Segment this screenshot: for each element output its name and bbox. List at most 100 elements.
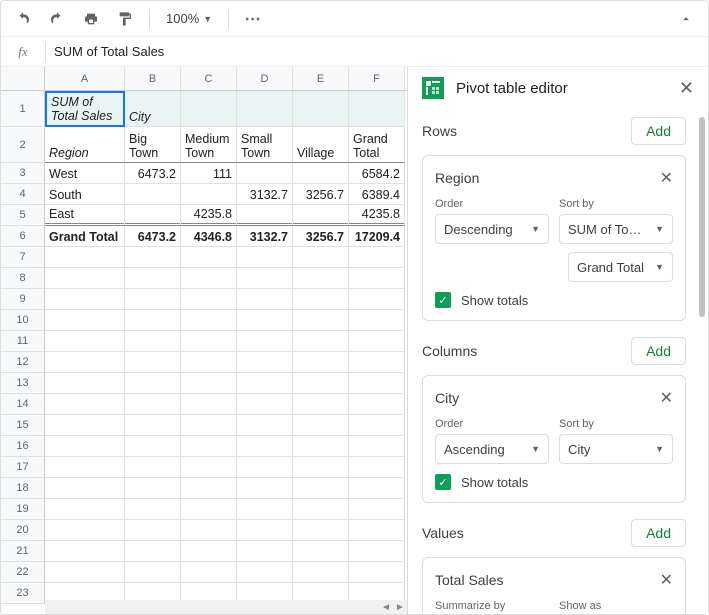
- cell[interactable]: [293, 373, 349, 394]
- order-dropdown[interactable]: Descending▼: [435, 214, 549, 244]
- remove-field-button[interactable]: ✕: [660, 388, 673, 408]
- cell[interactable]: [45, 415, 125, 436]
- cell[interactable]: [349, 373, 405, 394]
- cell[interactable]: [181, 331, 237, 352]
- cell[interactable]: [181, 457, 237, 478]
- cell[interactable]: [237, 268, 293, 289]
- row-header[interactable]: 19: [1, 499, 45, 520]
- cell[interactable]: [293, 499, 349, 520]
- cell[interactable]: [125, 247, 181, 268]
- cell[interactable]: [293, 394, 349, 415]
- cell[interactable]: [349, 499, 405, 520]
- cell[interactable]: [349, 394, 405, 415]
- cell[interactable]: [125, 310, 181, 331]
- cell[interactable]: [293, 541, 349, 562]
- row-header[interactable]: 20: [1, 520, 45, 541]
- cell[interactable]: 4235.8: [181, 205, 237, 226]
- cell[interactable]: [45, 457, 125, 478]
- cell[interactable]: [181, 310, 237, 331]
- cell[interactable]: 3256.7: [293, 184, 349, 205]
- cell[interactable]: City: [125, 91, 181, 127]
- cell[interactable]: Grand Total: [45, 226, 125, 247]
- row-header[interactable]: 15: [1, 415, 45, 436]
- col-header[interactable]: C: [181, 67, 237, 90]
- row-header[interactable]: 14: [1, 394, 45, 415]
- row-header[interactable]: 11: [1, 331, 45, 352]
- cell[interactable]: Village: [293, 127, 349, 163]
- cell[interactable]: [125, 352, 181, 373]
- horizontal-scrollbar[interactable]: ◄►: [45, 600, 407, 614]
- cell[interactable]: Medium Town: [181, 127, 237, 163]
- cell[interactable]: West: [45, 163, 125, 184]
- cell[interactable]: [293, 415, 349, 436]
- cell[interactable]: [237, 415, 293, 436]
- close-panel-button[interactable]: ✕: [679, 78, 694, 99]
- order-dropdown[interactable]: Ascending▼: [435, 434, 549, 464]
- cell[interactable]: [293, 352, 349, 373]
- cell[interactable]: Big Town: [125, 127, 181, 163]
- cell[interactable]: [181, 520, 237, 541]
- cell[interactable]: Region: [45, 127, 125, 163]
- cell[interactable]: [45, 247, 125, 268]
- cell[interactable]: [45, 394, 125, 415]
- zoom-dropdown[interactable]: 100%▼: [160, 11, 218, 26]
- cell[interactable]: 17209.4: [349, 226, 405, 247]
- select-all-corner[interactable]: [1, 67, 45, 90]
- cell[interactable]: [125, 205, 181, 226]
- row-header[interactable]: 18: [1, 478, 45, 499]
- cell[interactable]: [125, 373, 181, 394]
- cell[interactable]: [237, 436, 293, 457]
- cell[interactable]: [45, 352, 125, 373]
- cell[interactable]: 6473.2: [125, 226, 181, 247]
- cell[interactable]: 3132.7: [237, 184, 293, 205]
- cell[interactable]: 6389.4: [349, 184, 405, 205]
- undo-button[interactable]: [9, 5, 37, 33]
- print-button[interactable]: [77, 5, 105, 33]
- cell[interactable]: [181, 541, 237, 562]
- cell[interactable]: [293, 457, 349, 478]
- cell[interactable]: [125, 394, 181, 415]
- remove-field-button[interactable]: ✕: [660, 570, 673, 590]
- row-header[interactable]: 7: [1, 247, 45, 268]
- cell[interactable]: [125, 499, 181, 520]
- cell[interactable]: [349, 520, 405, 541]
- col-header[interactable]: B: [125, 67, 181, 90]
- row-header[interactable]: 9: [1, 289, 45, 310]
- cell[interactable]: [237, 310, 293, 331]
- redo-button[interactable]: [43, 5, 71, 33]
- row-header[interactable]: 16: [1, 436, 45, 457]
- row-header[interactable]: 3: [1, 163, 45, 184]
- cell[interactable]: [349, 415, 405, 436]
- cell[interactable]: 6584.2: [349, 163, 405, 184]
- cell[interactable]: [237, 289, 293, 310]
- cell[interactable]: South: [45, 184, 125, 205]
- row-header[interactable]: 6: [1, 226, 45, 247]
- cell[interactable]: [349, 457, 405, 478]
- cell[interactable]: 111: [181, 163, 237, 184]
- cell[interactable]: [125, 184, 181, 205]
- sortby-dropdown[interactable]: SUM of Total …▼: [559, 214, 673, 244]
- cell[interactable]: [349, 91, 405, 127]
- more-button[interactable]: ⋯: [239, 5, 267, 33]
- cell[interactable]: [181, 289, 237, 310]
- row-header[interactable]: 2: [1, 127, 45, 163]
- cell[interactable]: [125, 541, 181, 562]
- col-header[interactable]: F: [349, 67, 405, 90]
- cell[interactable]: [181, 436, 237, 457]
- cell[interactable]: [45, 520, 125, 541]
- row-header[interactable]: 12: [1, 352, 45, 373]
- cell[interactable]: [237, 478, 293, 499]
- cell[interactable]: [293, 268, 349, 289]
- cell[interactable]: [237, 352, 293, 373]
- col-header[interactable]: D: [237, 67, 293, 90]
- cell[interactable]: [237, 91, 293, 127]
- cell[interactable]: [125, 268, 181, 289]
- add-rows-button[interactable]: Add: [631, 117, 686, 145]
- row-header[interactable]: 13: [1, 373, 45, 394]
- active-cell[interactable]: SUM of Total Sales: [45, 91, 125, 127]
- cell[interactable]: [237, 457, 293, 478]
- cell[interactable]: [293, 163, 349, 184]
- cell[interactable]: [237, 247, 293, 268]
- cell[interactable]: [293, 205, 349, 226]
- cell[interactable]: [293, 289, 349, 310]
